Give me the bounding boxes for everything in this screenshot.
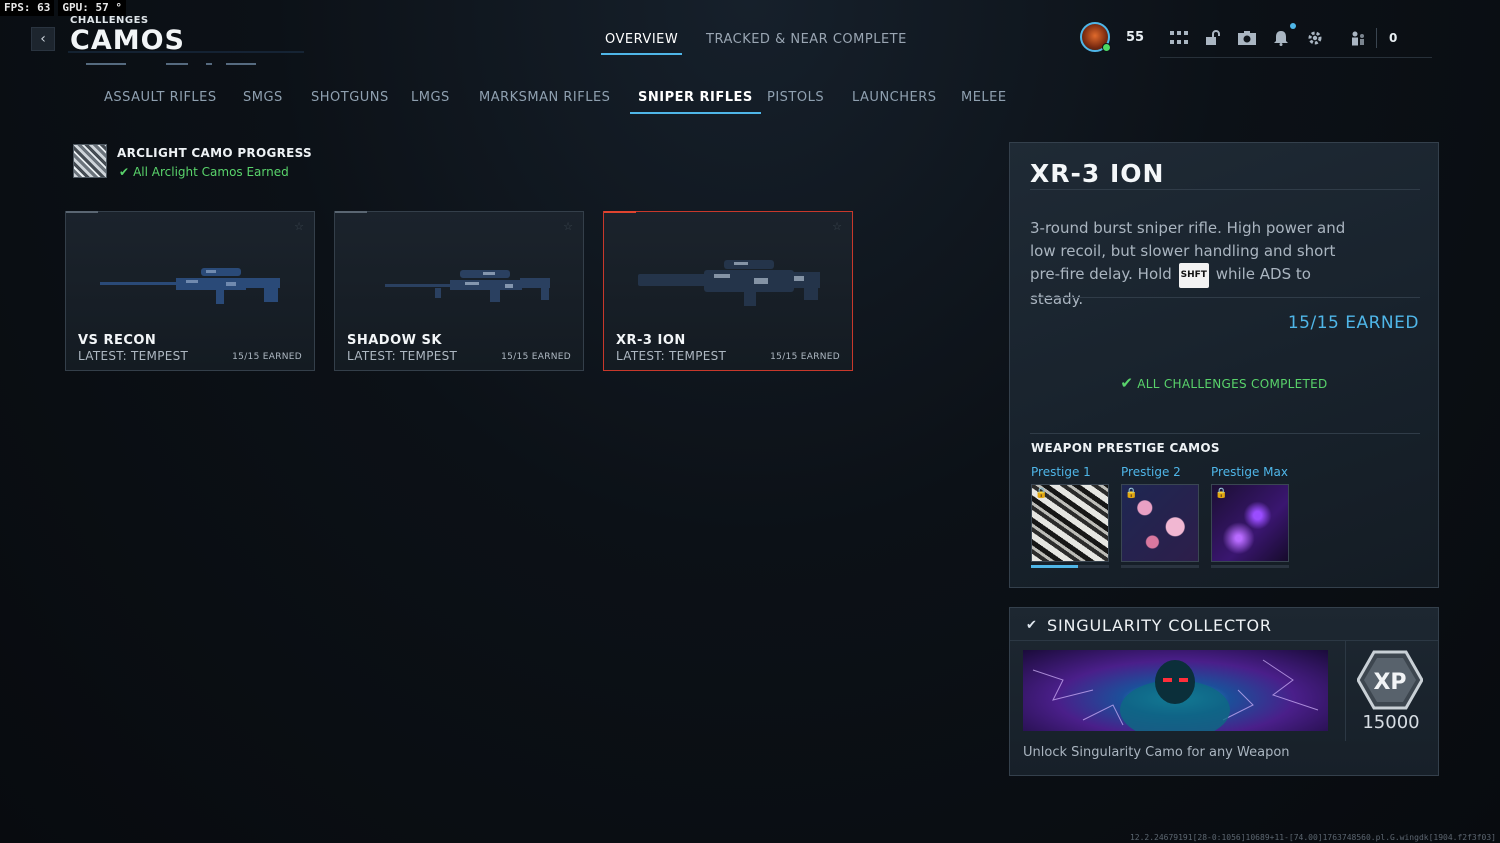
divider bbox=[1010, 640, 1438, 641]
sniper-rifle-image bbox=[385, 270, 550, 302]
favorite-icon[interactable]: ☆ bbox=[294, 220, 304, 233]
fps-readout: FPS: 63 bbox=[0, 0, 55, 16]
arclight-progress-title: ARCLIGHT CAMO PROGRESS bbox=[117, 146, 312, 160]
checkmark-icon: ✔ bbox=[119, 165, 130, 179]
tab-assault-rifles[interactable]: ASSAULT RIFLES bbox=[104, 90, 217, 105]
bell-icon[interactable] bbox=[1271, 28, 1291, 48]
tab-melee[interactable]: MELEE bbox=[961, 90, 1007, 105]
prestige-camo-1[interactable]: Prestige 1 🔒 bbox=[1031, 465, 1109, 568]
online-status-dot bbox=[1102, 43, 1111, 52]
challenges-complete-status: ✔ ALL CHALLENGES COMPLETED bbox=[1120, 374, 1328, 392]
gear-icon[interactable] bbox=[1305, 28, 1325, 48]
weapon-latest-camo: LATEST: TEMPEST bbox=[616, 349, 727, 363]
sniper-rifle-image bbox=[638, 260, 820, 306]
prestige-progress-fill bbox=[1031, 565, 1078, 568]
notification-dot bbox=[1290, 23, 1296, 29]
chevron-left-icon: ‹ bbox=[40, 31, 46, 47]
currency-amount: 0 bbox=[1389, 31, 1398, 45]
weapon-name: XR-3 ION bbox=[616, 333, 686, 348]
detail-earned-count: 15/15 EARNED bbox=[1287, 313, 1419, 333]
player-info[interactable]: 55 bbox=[1080, 22, 1144, 52]
reward-title: SINGULARITY COLLECTOR bbox=[1047, 616, 1272, 635]
player-level: 55 bbox=[1126, 29, 1145, 45]
prestige-label: Prestige 1 bbox=[1031, 465, 1091, 479]
weapon-earned-count: 15/15 EARNED bbox=[501, 352, 571, 362]
hud-separator bbox=[1376, 28, 1377, 48]
reward-description: Unlock Singularity Camo for any Weapon bbox=[1023, 745, 1290, 760]
grid-icon[interactable] bbox=[1169, 28, 1189, 48]
tab-lmgs[interactable]: LMGS bbox=[411, 90, 450, 105]
party-icon[interactable] bbox=[1348, 28, 1368, 48]
tab-launchers[interactable]: LAUNCHERS bbox=[852, 90, 937, 105]
prestige-progress-bar bbox=[1121, 565, 1199, 568]
singularity-camo-image bbox=[1023, 650, 1328, 731]
lock-icon: 🔒 bbox=[1215, 488, 1228, 499]
sniper-rifle-image bbox=[100, 268, 280, 304]
lock-icon: 🔒 bbox=[1125, 488, 1138, 499]
camera-icon[interactable] bbox=[1237, 28, 1257, 48]
checkmark-icon: ✔ bbox=[1026, 618, 1037, 633]
unlock-icon[interactable] bbox=[1203, 28, 1223, 48]
reward-panel: ✔ SINGULARITY COLLECTOR XP 15000 Unlock … bbox=[1009, 607, 1439, 776]
xp-badge-icon: XP bbox=[1357, 650, 1423, 710]
weapon-name: VS RECON bbox=[78, 333, 157, 348]
checkmark-icon: ✔ bbox=[1120, 374, 1134, 392]
detail-weapon-name: XR-3 ION bbox=[1030, 159, 1165, 188]
avatar[interactable] bbox=[1080, 22, 1111, 52]
prestige-camo-thumbnail[interactable]: 🔒 bbox=[1031, 484, 1109, 562]
weapon-card-vs-recon[interactable]: ☆ VS RECON LATEST: TEMPEST 15/15 EARNED bbox=[65, 211, 315, 371]
divider bbox=[1030, 189, 1420, 190]
tab-shotguns[interactable]: SHOTGUNS bbox=[311, 90, 389, 105]
xp-amount: 15000 bbox=[1362, 712, 1420, 733]
tab-overview[interactable]: OVERVIEW bbox=[600, 32, 683, 55]
tab-smgs[interactable]: SMGS bbox=[243, 90, 283, 105]
tab-pistols[interactable]: PISTOLS bbox=[767, 90, 824, 105]
weapon-earned-count: 15/15 EARNED bbox=[232, 352, 302, 362]
weapon-detail-panel: XR-3 ION 3-round burst sniper rifle. Hig… bbox=[1009, 142, 1439, 588]
back-button[interactable]: ‹ bbox=[31, 27, 55, 51]
favorite-icon[interactable]: ☆ bbox=[832, 220, 842, 233]
shift-key-icon: SHFT bbox=[1178, 263, 1209, 288]
prestige-camo-max[interactable]: Prestige Max 🔒 bbox=[1211, 465, 1289, 568]
prestige-camo-thumbnail[interactable]: 🔒 bbox=[1211, 484, 1289, 562]
hud-underline bbox=[1160, 57, 1432, 58]
card-top-marker bbox=[604, 211, 636, 213]
build-info: 12.2.24679191[28-0:1056]10689+11-[74.00]… bbox=[1129, 833, 1496, 842]
arclight-progress-status: ✔ All Arclight Camos Earned bbox=[119, 165, 289, 179]
weapon-latest-camo: LATEST: TEMPEST bbox=[347, 349, 458, 363]
lock-icon: 🔒 bbox=[1035, 488, 1048, 499]
perf-overlay: FPS: 63 GPU: 57 ° bbox=[0, 0, 126, 16]
prestige-camos-title: WEAPON PRESTIGE CAMOS bbox=[1031, 441, 1220, 455]
divider bbox=[1030, 433, 1420, 434]
card-top-marker bbox=[335, 211, 367, 213]
arclight-camo-icon bbox=[73, 144, 107, 178]
svg-text:XP: XP bbox=[1373, 670, 1406, 695]
prestige-label: Prestige 2 bbox=[1121, 465, 1181, 479]
prestige-camo-2[interactable]: Prestige 2 🔒 bbox=[1121, 465, 1199, 568]
weapon-card-xr-3-ion[interactable]: ☆ XR-3 ION LATEST: TEMPEST 15/15 EARNED bbox=[603, 211, 853, 371]
prestige-progress-bar bbox=[1211, 565, 1289, 568]
prestige-camo-thumbnail[interactable]: 🔒 bbox=[1121, 484, 1199, 562]
weapon-card-shadow-sk[interactable]: ☆ SHADOW SK LATEST: TEMPEST 15/15 EARNED bbox=[334, 211, 584, 371]
weapon-latest-camo: LATEST: TEMPEST bbox=[78, 349, 189, 363]
divider bbox=[1030, 297, 1420, 298]
prestige-label: Prestige Max bbox=[1211, 465, 1288, 479]
tab-marksman-rifles[interactable]: MARKSMAN RIFLES bbox=[479, 90, 610, 105]
tab-tracked-near-complete[interactable]: TRACKED & NEAR COMPLETE bbox=[706, 32, 907, 47]
gpu-readout: GPU: 57 ° bbox=[58, 0, 126, 16]
title-decoration bbox=[68, 51, 304, 65]
tab-sniper-rifles[interactable]: SNIPER RIFLES bbox=[630, 90, 761, 114]
weapon-name: SHADOW SK bbox=[347, 333, 442, 348]
card-top-marker bbox=[66, 211, 98, 213]
weapon-earned-count: 15/15 EARNED bbox=[770, 352, 840, 362]
prestige-progress-bar bbox=[1031, 565, 1109, 568]
favorite-icon[interactable]: ☆ bbox=[563, 220, 573, 233]
